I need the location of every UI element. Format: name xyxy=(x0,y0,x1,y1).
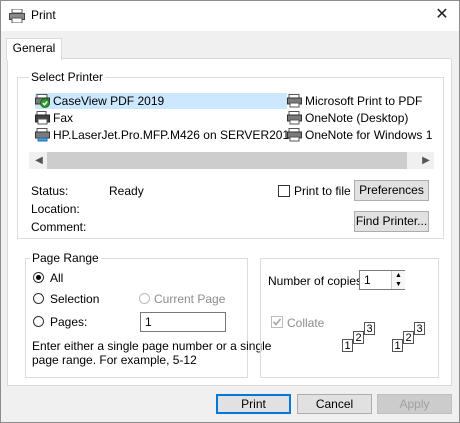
printer-icon xyxy=(287,94,302,108)
scrollbar-thumb[interactable] xyxy=(47,152,407,169)
all-label[interactable]: All xyxy=(50,271,63,285)
checkmark-icon xyxy=(272,318,282,326)
number-of-copies-label: Number of copies: xyxy=(268,274,366,288)
pages-radio[interactable] xyxy=(33,316,44,327)
pages-label[interactable]: Pages: xyxy=(50,315,87,329)
printer-icon xyxy=(9,9,25,23)
comment-label: Comment: xyxy=(31,220,87,234)
scroll-left-icon[interactable]: ◀ xyxy=(33,152,45,169)
fax-icon xyxy=(35,111,50,125)
status-value: Ready xyxy=(109,184,144,198)
spin-up-icon[interactable]: ▲ xyxy=(391,271,405,280)
selection-radio[interactable] xyxy=(33,293,44,304)
apply-button[interactable]: Apply xyxy=(377,394,452,414)
printer-list[interactable]: CaseView PDF 2019 Fax HP.LaserJet.Pro.MF… xyxy=(35,92,435,148)
status-label: Status: xyxy=(31,184,69,198)
printer-name: Microsoft Print to PDF xyxy=(305,94,423,108)
printer-name: CaseView PDF 2019 xyxy=(53,94,165,108)
pages-input[interactable]: 1 xyxy=(140,312,226,332)
network-printer-icon xyxy=(35,128,50,142)
scroll-right-icon[interactable]: ▶ xyxy=(420,152,432,169)
page-range-help-line1: Enter either a single page number or a s… xyxy=(32,339,272,353)
spin-down-icon[interactable]: ▼ xyxy=(391,280,405,289)
close-icon[interactable]: ✕ xyxy=(428,3,456,27)
printer-item-onenote-windows[interactable]: OneNote for Windows 1 xyxy=(287,127,435,143)
page-range-legend: Page Range xyxy=(30,251,101,265)
print-to-file-label[interactable]: Print to file xyxy=(294,184,351,198)
preferences-button[interactable]: Preferences xyxy=(354,180,429,201)
printer-icon xyxy=(287,128,302,142)
print-button[interactable]: Print xyxy=(216,394,291,414)
collate-page-3: 3 xyxy=(364,322,375,335)
collate-page-1: 1 xyxy=(392,339,403,352)
copies-value[interactable]: 1 xyxy=(364,273,371,287)
printer-name: OneNote for Windows 1 xyxy=(305,128,433,142)
collate-page-2: 2 xyxy=(403,331,414,344)
printer-name: HP.LaserJet.Pro.MFP.M426 on SERVER2016 xyxy=(53,128,296,142)
printer-item-ms-pdf[interactable]: Microsoft Print to PDF xyxy=(287,93,435,109)
collate-label: Collate xyxy=(287,316,325,330)
select-printer-legend: Select Printer xyxy=(29,70,106,84)
page-range-help-line2: page range. For example, 5-12 xyxy=(32,353,197,367)
find-printer-button[interactable]: Find Printer... xyxy=(354,211,429,232)
title-bar[interactable] xyxy=(1,1,459,31)
selection-label[interactable]: Selection xyxy=(50,292,99,306)
cancel-button[interactable]: Cancel xyxy=(297,394,372,414)
window-title: Print xyxy=(31,8,56,22)
printer-name: Fax xyxy=(53,111,74,125)
collate-page-3: 3 xyxy=(414,322,425,335)
printer-icon xyxy=(287,111,302,125)
printer-default-icon xyxy=(35,94,50,108)
collate-page-1: 1 xyxy=(342,339,353,352)
printer-item-caseview[interactable]: CaseView PDF 2019 xyxy=(35,93,287,109)
current-page-radio[interactable] xyxy=(139,293,150,304)
collate-checkbox[interactable] xyxy=(271,316,283,328)
collate-page-2: 2 xyxy=(353,331,364,344)
printer-name: OneNote (Desktop) xyxy=(305,111,409,125)
tab-general[interactable]: General xyxy=(6,38,62,60)
location-label: Location: xyxy=(31,202,80,216)
print-to-file-checkbox[interactable] xyxy=(278,185,290,197)
all-radio[interactable] xyxy=(33,272,44,283)
current-page-label: Current Page xyxy=(154,292,226,306)
printer-item-onenote-desktop[interactable]: OneNote (Desktop) xyxy=(287,110,435,126)
